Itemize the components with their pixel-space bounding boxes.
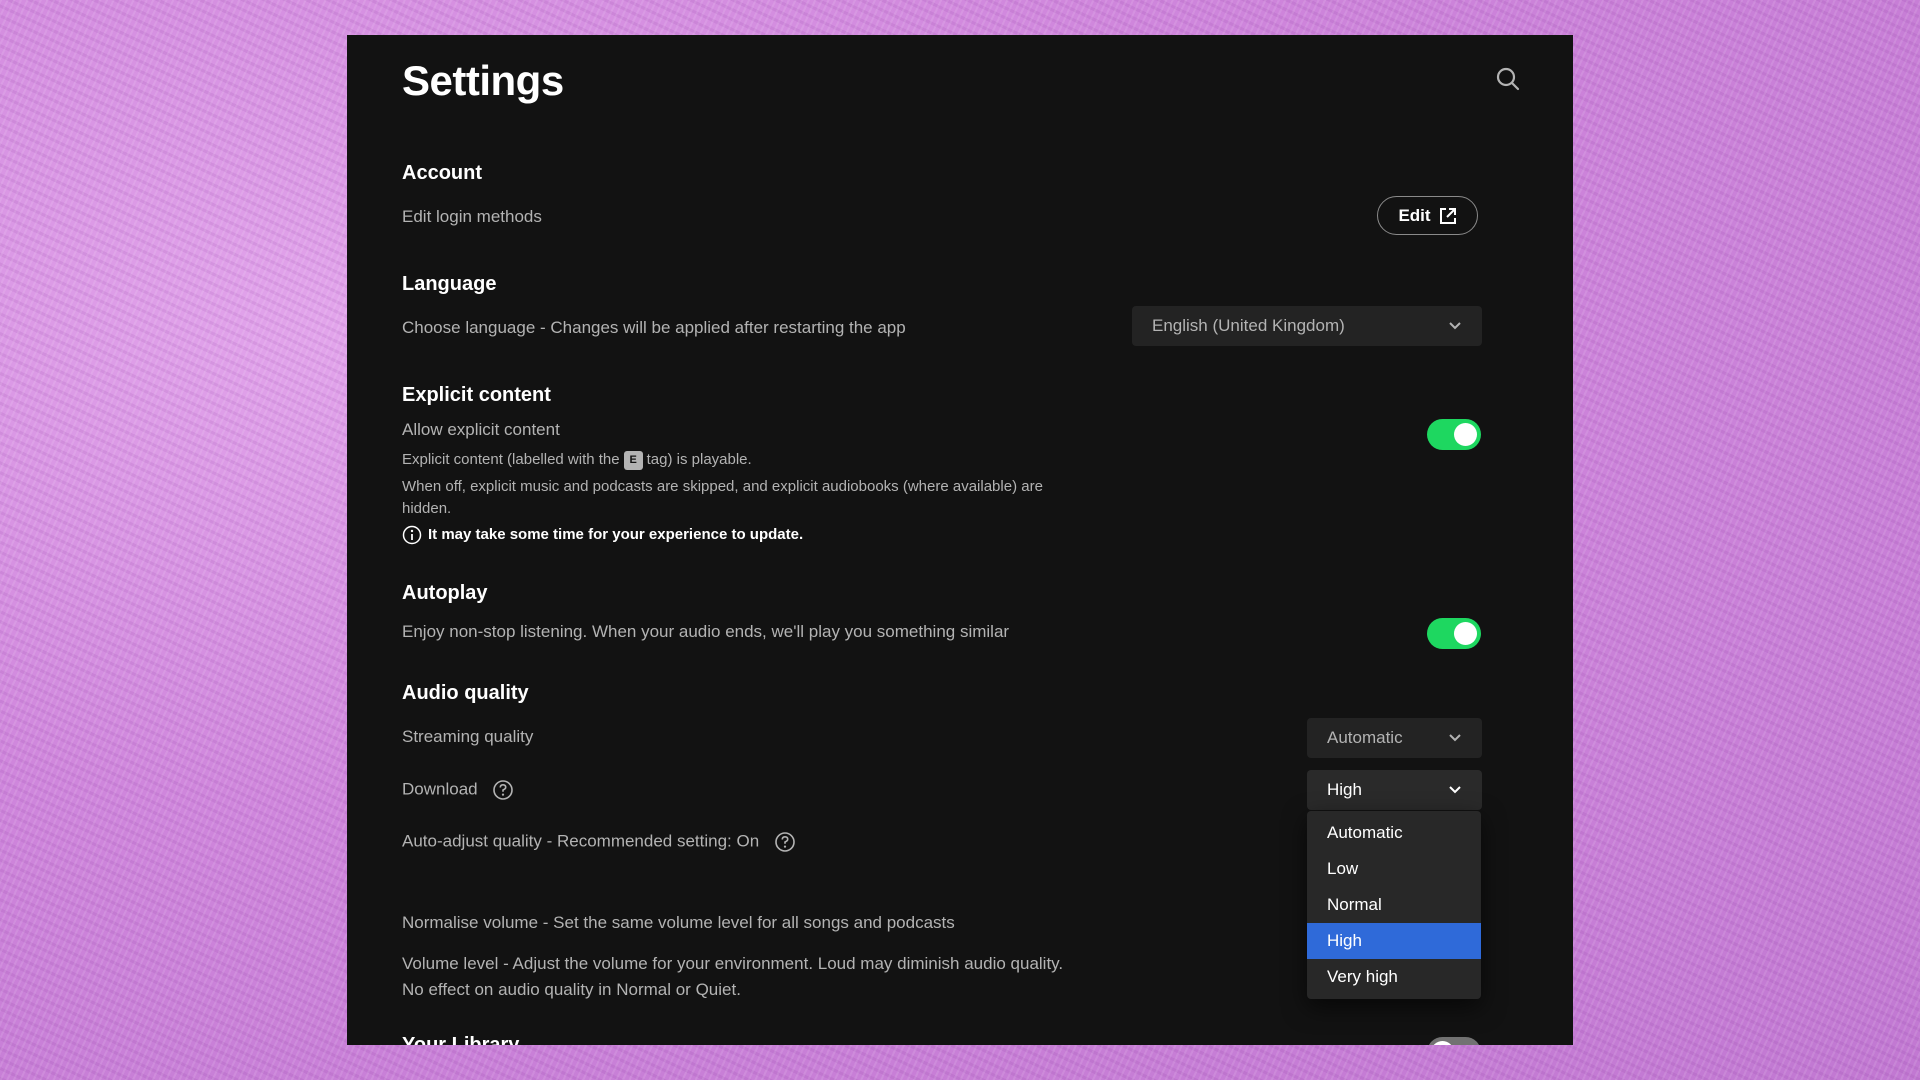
account-section-title: Account: [402, 162, 482, 184]
search-icon: [1496, 67, 1520, 91]
normalise-volume-label: Normalise volume - Set the same volume l…: [402, 913, 955, 932]
library-toggle[interactable]: [1427, 1037, 1481, 1045]
explicit-content-toggle[interactable]: [1427, 419, 1481, 450]
streaming-quality-label: Streaming quality: [402, 727, 534, 746]
help-circle-icon[interactable]: [774, 831, 796, 853]
edit-button-label: Edit: [1398, 205, 1431, 225]
explicit-desc-before: Explicit content (labelled with the: [402, 451, 620, 468]
explicit-description: Explicit content (labelled with the Etag)…: [402, 449, 752, 471]
toggle-knob: [1454, 622, 1477, 645]
streaming-quality-select[interactable]: Automatic: [1307, 718, 1482, 758]
explicit-note: It may take some time for your experienc…: [402, 524, 803, 546]
streaming-quality-value: Automatic: [1327, 728, 1403, 747]
dropdown-option[interactable]: Automatic: [1307, 815, 1481, 851]
chevron-down-icon: [1449, 734, 1461, 742]
language-select[interactable]: English (United Kingdom): [1132, 306, 1482, 346]
autoplay-label: Enjoy non-stop listening. When your audi…: [402, 622, 1010, 641]
allow-explicit-label: Allow explicit content: [402, 420, 560, 439]
language-label: Choose language - Changes will be applie…: [402, 318, 906, 337]
help-circle-icon[interactable]: [492, 779, 514, 801]
toggle-knob: [1454, 423, 1477, 446]
language-section-title: Language: [402, 273, 497, 295]
download-quality-dropdown: Automatic Low Normal High Very high: [1307, 811, 1481, 999]
autoplay-section-title: Autoplay: [402, 582, 488, 604]
volume-level-label: Volume level - Adjust the volume for you…: [402, 954, 1064, 999]
explicit-desc-after: tag) is playable.: [646, 451, 752, 468]
download-quality-value: High: [1327, 780, 1362, 799]
external-link-icon: [1439, 207, 1456, 224]
dropdown-option[interactable]: Very high: [1307, 959, 1481, 995]
dropdown-option[interactable]: High: [1307, 923, 1481, 959]
download-label: Download: [402, 779, 478, 799]
edit-login-button[interactable]: Edit: [1377, 196, 1478, 235]
info-icon: [402, 525, 422, 545]
chevron-down-icon: [1449, 322, 1461, 330]
auto-adjust-label: Auto-adjust quality - Recommended settin…: [402, 831, 760, 851]
dropdown-option[interactable]: Low: [1307, 851, 1481, 887]
auto-adjust-row: Auto-adjust quality - Recommended settin…: [402, 831, 796, 853]
dropdown-option[interactable]: Normal: [1307, 887, 1481, 923]
search-button[interactable]: [1493, 64, 1523, 94]
explicit-note-text: It may take some time for your experienc…: [428, 526, 804, 543]
page-title: Settings: [402, 57, 564, 104]
download-label-row: Download: [402, 779, 514, 801]
settings-window: Settings Account Edit login methods Edit…: [347, 35, 1573, 1045]
explicit-description-2: When off, explicit music and podcasts ar…: [402, 478, 1043, 517]
autoplay-toggle[interactable]: [1427, 618, 1481, 649]
explicit-tag: E: [623, 451, 643, 470]
toggle-knob: [1431, 1041, 1454, 1045]
your-library-section-title: Your Library: [402, 1034, 520, 1045]
download-quality-select[interactable]: High: [1307, 770, 1482, 810]
language-select-value: English (United Kingdom): [1152, 316, 1345, 335]
audio-quality-section-title: Audio quality: [402, 682, 529, 704]
edit-login-methods-label: Edit login methods: [402, 207, 542, 226]
explicit-section-title: Explicit content: [402, 384, 551, 406]
chevron-down-icon: [1449, 786, 1461, 794]
